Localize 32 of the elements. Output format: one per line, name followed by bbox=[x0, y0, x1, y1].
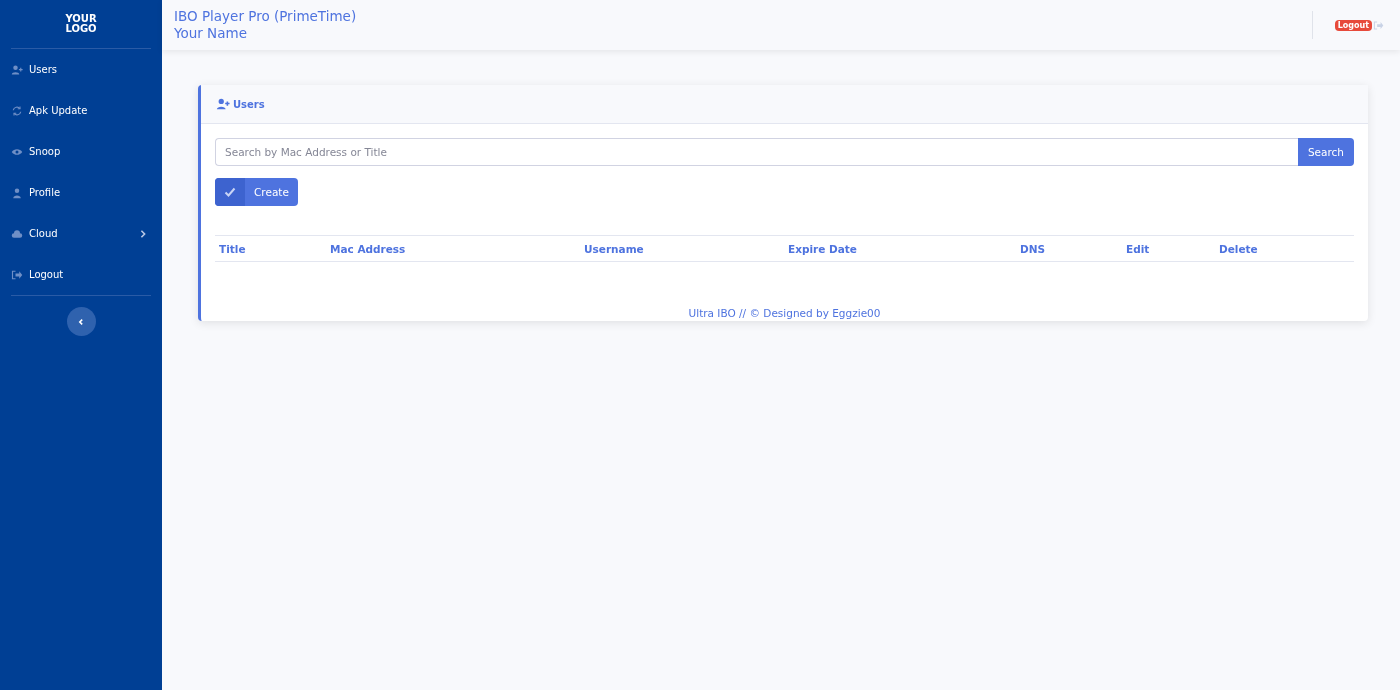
cloud-icon bbox=[11, 227, 23, 240]
exit-icon bbox=[11, 268, 23, 281]
user-name: Your Name bbox=[174, 25, 247, 42]
column-header: Username bbox=[583, 242, 644, 255]
user-plus-icon bbox=[11, 63, 23, 76]
create-button[interactable]: Create bbox=[215, 178, 298, 206]
collapse-button[interactable] bbox=[66, 307, 96, 336]
logo: YOUR LOGO bbox=[65, 12, 97, 36]
exit-icon bbox=[1373, 19, 1384, 31]
column-header: DNS bbox=[1019, 242, 1046, 255]
search-button[interactable]: Search bbox=[1297, 138, 1354, 166]
sidebar-item[interactable]: Apk Update bbox=[0, 90, 162, 131]
user-plus-icon bbox=[215, 97, 231, 111]
search-field[interactable]: Search by Mac Address or Title bbox=[215, 138, 1298, 166]
check-icon bbox=[224, 186, 236, 198]
sidebar-item[interactable]: Profile bbox=[0, 172, 162, 213]
column-header: Mac Address bbox=[329, 242, 406, 255]
footer-text: Ultra IBO // © Designed by Eggzie00 bbox=[688, 307, 881, 319]
sidebar-item[interactable]: Cloud bbox=[0, 213, 162, 254]
user-icon bbox=[11, 186, 23, 199]
column-header: Edit bbox=[1125, 242, 1150, 255]
chevron-right-icon bbox=[139, 229, 147, 238]
card-title: Users bbox=[233, 98, 265, 110]
sidebar-item[interactable]: Users bbox=[0, 49, 162, 90]
column-header: Expire Date bbox=[787, 242, 857, 255]
chevron-left-icon bbox=[77, 317, 85, 326]
refresh-icon bbox=[11, 104, 23, 117]
sidebar-item[interactable]: Logout bbox=[0, 254, 162, 295]
column-header: Title bbox=[218, 242, 246, 255]
column-header: Delete bbox=[1218, 242, 1258, 255]
app-title: IBO Player Pro (PrimeTime) bbox=[174, 8, 357, 25]
sidebar-item[interactable]: Snoop bbox=[0, 131, 162, 172]
